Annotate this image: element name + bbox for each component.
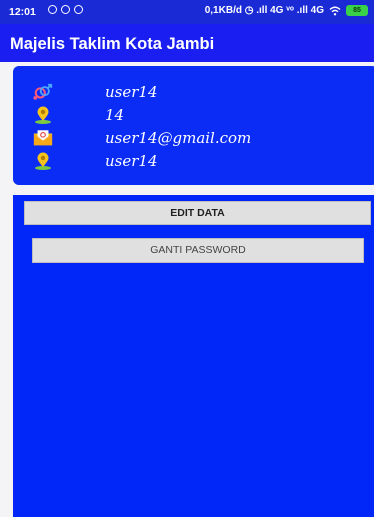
notification-icons (48, 5, 83, 14)
profile-card: user14 14 user14@gmail.com user14 (13, 66, 374, 185)
profile-name: user14 (105, 83, 158, 101)
mail-icon (33, 129, 53, 147)
app-bar: Majelis Taklim Kota Jambi (0, 24, 374, 62)
location-pin-icon (33, 152, 53, 170)
info-row-id: 14 (33, 105, 124, 125)
whatsapp-icon (48, 5, 57, 14)
info-row-email: user14@gmail.com (33, 128, 251, 148)
edit-data-button[interactable]: EDIT DATA (24, 201, 371, 225)
gender-icon (33, 83, 53, 101)
wifi-icon (329, 6, 341, 15)
battery-icon: 85 (346, 5, 368, 16)
notification-dot-icon (61, 5, 70, 14)
profile-email: user14@gmail.com (105, 129, 252, 147)
profile-address: user14 (105, 152, 158, 170)
change-password-button[interactable]: GANTI PASSWORD (32, 238, 364, 263)
location-pin-icon (33, 106, 53, 124)
profile-id: 14 (105, 106, 125, 124)
status-time: 12:01 (9, 6, 36, 18)
notification-dot-icon (74, 5, 83, 14)
status-bar: 12:01 0,1KB/d ◷ .ıll 4G ᵛᵒ .ıll 4G 85 (0, 0, 374, 24)
info-row-gender: user14 (33, 82, 158, 102)
network-status-text: 0,1KB/d ◷ .ıll 4G ᵛᵒ .ıll 4G (204, 5, 324, 16)
status-indicators: 0,1KB/d ◷ .ıll 4G ᵛᵒ .ıll 4G 85 (205, 5, 368, 16)
info-row-address: user14 (33, 151, 158, 171)
main-content: user14 14 user14@gmail.com user14 EDIT D… (0, 62, 374, 517)
action-panel: EDIT DATA GANTI PASSWORD (13, 195, 374, 517)
app-title: Majelis Taklim Kota Jambi (10, 35, 215, 53)
